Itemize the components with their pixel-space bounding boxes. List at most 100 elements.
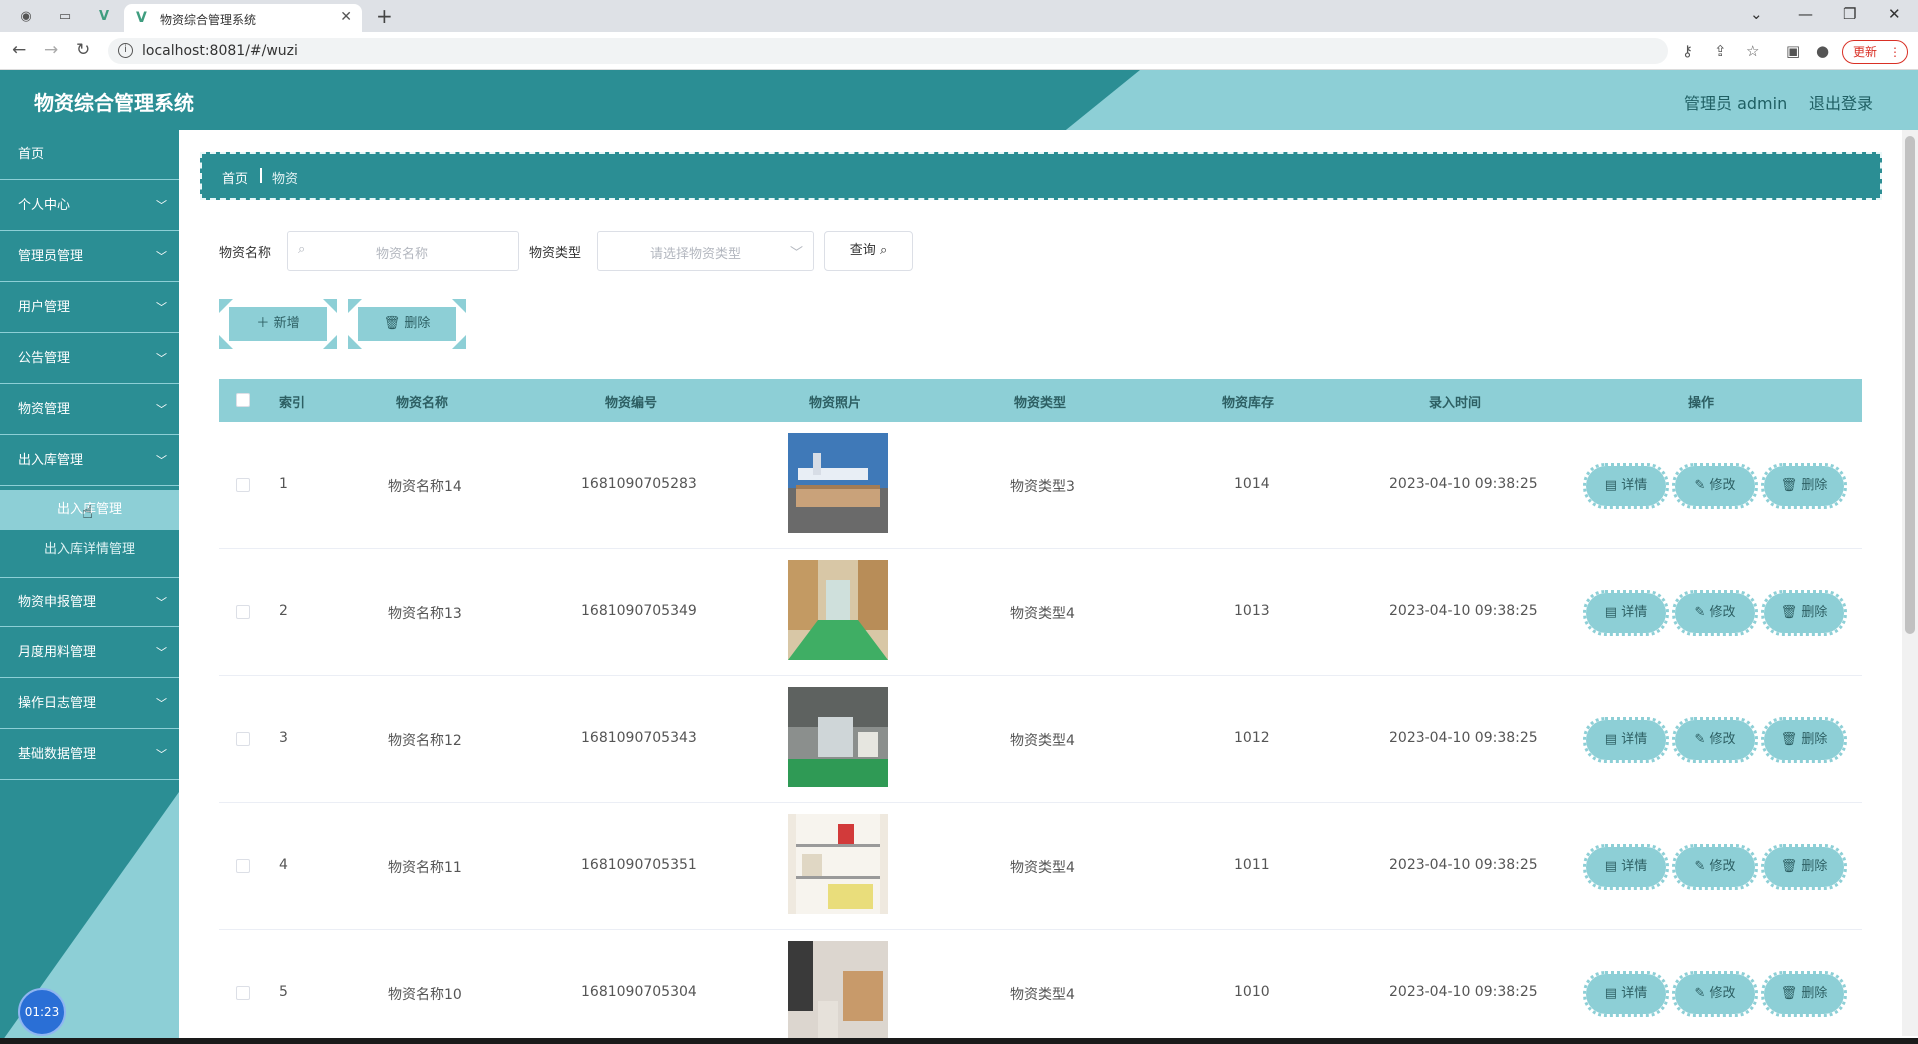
cell-name: 物资名称14 — [388, 479, 462, 495]
logout-link[interactable]: 退出登录 — [1809, 90, 1873, 114]
timer-badge[interactable]: 01:23 — [18, 988, 66, 1036]
detail-button[interactable]: ▤ 详情 — [1583, 463, 1669, 509]
sidebar-item-profile[interactable]: 个人中心 ﹀ — [0, 181, 179, 231]
row-delete-button[interactable]: 🗑 删除 — [1761, 717, 1847, 763]
page-scrollbar[interactable] — [1902, 130, 1918, 1036]
sidebar-item-declare[interactable]: 物资申报管理 ﹀ — [0, 577, 179, 627]
blank-tab-icon[interactable]: ▭ — [56, 7, 74, 25]
forward-icon[interactable]: → — [44, 40, 58, 60]
sidebar-item-logs[interactable]: 操作日志管理 ﹀ — [0, 679, 179, 729]
tab-close-icon[interactable]: ✕ — [340, 9, 352, 25]
query-button[interactable]: 查询 ⌕ — [824, 231, 913, 271]
cell-stock: 1012 — [1234, 730, 1270, 746]
tab-search-icon[interactable]: ⌄ — [1750, 5, 1763, 23]
pencil-icon: ✎ — [1694, 732, 1706, 747]
delete-button-body[interactable]: 🗑 删除 — [358, 307, 456, 341]
name-search-input[interactable]: ⌕ 物资名称 — [287, 231, 519, 271]
document-icon: ▤ — [1604, 478, 1618, 493]
sidebar-item-basedata[interactable]: 基础数据管理 ﹀ — [0, 730, 179, 780]
material-photo[interactable] — [788, 814, 888, 914]
sidebar-item-label: 月度用料管理 — [18, 645, 97, 660]
cell-type: 物资类型4 — [1010, 987, 1075, 1003]
edit-button[interactable]: ✎ 修改 — [1672, 971, 1758, 1017]
side-panel-icon[interactable]: ▣ — [1786, 42, 1800, 60]
taskbar-strip — [0, 1038, 1918, 1044]
sidebar-item-materials[interactable]: 物资管理 ﹀ — [0, 385, 179, 435]
sidebar-item-home[interactable]: 首页 — [0, 130, 179, 180]
profile-icon[interactable]: ● — [1816, 42, 1829, 60]
material-photo[interactable] — [788, 433, 888, 533]
submenu-inout-detail[interactable]: 出入库详情管理 — [0, 530, 179, 570]
cell-type: 物资类型4 — [1010, 733, 1075, 749]
edit-button[interactable]: ✎ 修改 — [1672, 717, 1758, 763]
material-photo[interactable] — [788, 941, 888, 1041]
sidebar-item-notices[interactable]: 公告管理 ﹀ — [0, 334, 179, 384]
row-checkbox[interactable] — [236, 478, 250, 492]
site-info-icon[interactable]: i — [118, 43, 133, 58]
shelf-supplies-image — [788, 814, 888, 914]
star-icon[interactable]: ☆ — [1746, 42, 1759, 60]
sidebar-item-users[interactable]: 用户管理 ﹀ — [0, 283, 179, 333]
sidebar-item-monthly[interactable]: 月度用料管理 ﹀ — [0, 628, 179, 678]
row-delete-label: 删除 — [1801, 986, 1828, 1001]
share-icon[interactable]: ⇪ — [1714, 42, 1727, 60]
cell-time: 2023-04-10 09:38:25 — [1389, 730, 1538, 746]
cell-stock: 1014 — [1234, 476, 1270, 492]
row-delete-button[interactable]: 🗑 删除 — [1761, 971, 1847, 1017]
url-field[interactable]: i localhost:8081/#/wuzi — [108, 38, 1668, 64]
delete-button[interactable]: 🗑 删除 — [348, 299, 466, 349]
cell-code: 1681090705343 — [581, 730, 697, 746]
breadcrumb-home[interactable]: 首页 — [222, 168, 248, 187]
minimize-icon[interactable]: — — [1798, 5, 1813, 23]
cell-index: 2 — [279, 603, 288, 619]
row-checkbox[interactable] — [236, 732, 250, 746]
active-tab[interactable]: V 物资综合管理系统 ✕ — [124, 4, 362, 32]
edit-button[interactable]: ✎ 修改 — [1672, 590, 1758, 636]
detail-button[interactable]: ▤ 详情 — [1583, 717, 1669, 763]
add-button-body[interactable]: ＋ 新增 — [229, 307, 327, 341]
pencil-icon: ✎ — [1694, 986, 1706, 1001]
chevron-down-icon: ﹀ — [156, 596, 167, 609]
cell-code: 1681090705304 — [581, 984, 697, 1000]
row-delete-button[interactable]: 🗑 删除 — [1761, 844, 1847, 890]
detail-button[interactable]: ▤ 详情 — [1583, 844, 1669, 890]
row-checkbox[interactable] — [236, 986, 250, 1000]
new-tab-button[interactable]: + — [376, 4, 393, 28]
detail-button[interactable]: ▤ 详情 — [1583, 971, 1669, 1017]
window-close-icon[interactable]: ✕ — [1888, 5, 1901, 23]
submenu-label: 出入库详情管理 — [43, 542, 135, 557]
edit-button[interactable]: ✎ 修改 — [1672, 463, 1758, 509]
row-delete-button[interactable]: 🗑 删除 — [1761, 590, 1847, 636]
back-icon[interactable]: ← — [12, 40, 26, 60]
table-row: 5 物资名称10 1681090705304 物资类型4 1010 2023-0… — [219, 930, 1862, 1044]
detail-button[interactable]: ▤ 详情 — [1583, 590, 1669, 636]
vue-tab-icon[interactable]: V — [95, 7, 113, 25]
sidebar-item-admins[interactable]: 管理员管理 ﹀ — [0, 232, 179, 282]
material-photo[interactable] — [788, 687, 888, 787]
th-actions: 操作 — [1688, 396, 1715, 411]
sidebar-item-label: 首页 — [18, 147, 45, 162]
scrollbar-thumb[interactable] — [1905, 136, 1915, 634]
incognito-tab-icon[interactable]: ◉ — [17, 7, 35, 25]
type-select[interactable]: 请选择物资类型 ﹀ — [597, 231, 814, 271]
menu-dots-icon[interactable]: ⋮ — [1889, 41, 1901, 63]
trash-icon: 🗑 — [1780, 605, 1798, 620]
edit-button[interactable]: ✎ 修改 — [1672, 844, 1758, 890]
trash-icon: 🗑 — [1780, 478, 1798, 493]
select-all-checkbox[interactable] — [236, 393, 250, 407]
row-checkbox[interactable] — [236, 605, 250, 619]
sidebar-item-inout[interactable]: 出入库管理 ﹀ — [0, 436, 179, 486]
cell-index: 1 — [279, 476, 288, 492]
cell-name: 物资名称12 — [388, 733, 462, 749]
detail-label: 详情 — [1621, 986, 1648, 1001]
add-button[interactable]: ＋ 新增 — [219, 299, 337, 349]
update-button[interactable]: 更新 ⋮ — [1842, 40, 1908, 64]
row-checkbox[interactable] — [236, 859, 250, 873]
cell-name: 物资名称10 — [388, 987, 462, 1003]
reload-icon[interactable]: ↻ — [76, 40, 90, 60]
restore-icon[interactable]: ❐ — [1843, 5, 1856, 23]
airplane-cargo-image — [788, 433, 888, 533]
material-photo[interactable] — [788, 560, 888, 660]
key-icon[interactable]: ⚷ — [1682, 42, 1693, 60]
row-delete-button[interactable]: 🗑 删除 — [1761, 463, 1847, 509]
